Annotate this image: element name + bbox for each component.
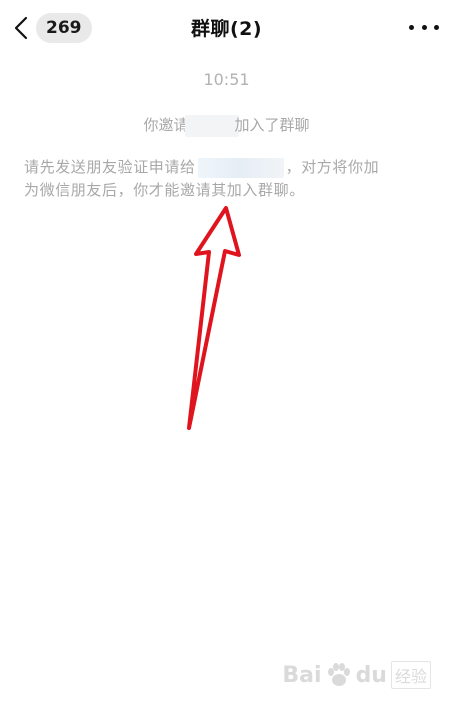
- paw-icon: [327, 663, 350, 686]
- notice-line-2: 为微信朋友后，你才能邀请其加入群聊。: [24, 181, 305, 199]
- more-dots-icon[interactable]: [409, 16, 439, 38]
- system-notice-verification: 请先发送朋友验证申请给 ，对方将你加 为微信朋友后，你才能邀请其加入群聊。: [24, 156, 434, 202]
- notice-line-1: 请先发送朋友验证申请给 ，对方将你加: [24, 156, 434, 179]
- message-timestamp: 10:51: [203, 70, 250, 89]
- system-notice-invited: 你邀请 加入了群聊: [0, 114, 453, 137]
- dot: [409, 24, 414, 30]
- dot: [434, 24, 439, 30]
- notice-text-before: 请先发送朋友验证申请给: [24, 158, 196, 176]
- watermark-cn: 经验: [390, 661, 431, 689]
- page-title: 群聊(2): [190, 18, 263, 40]
- red-arrow-icon: [187, 206, 241, 430]
- navigation-bar: 269 群聊(2): [0, 0, 453, 56]
- watermark-latin-2: du: [355, 662, 387, 688]
- watermark-latin: Bai: [282, 662, 322, 688]
- redacted-name-link[interactable]: [197, 157, 284, 178]
- notice-text-after: ，对方将你加: [285, 158, 380, 176]
- notice-text-before: 你邀请: [143, 116, 189, 134]
- redacted-name: [184, 114, 239, 137]
- dot: [421, 24, 427, 30]
- baidu-jingyan-watermark: Bai du 经验: [282, 660, 431, 690]
- notice-text-after: 加入了群聊: [234, 116, 310, 134]
- chat-screen: 269 群聊(2) 10:51 你邀请 加入了群聊 请先发送朋友验证申请给 ，对方将…: [0, 0, 453, 712]
